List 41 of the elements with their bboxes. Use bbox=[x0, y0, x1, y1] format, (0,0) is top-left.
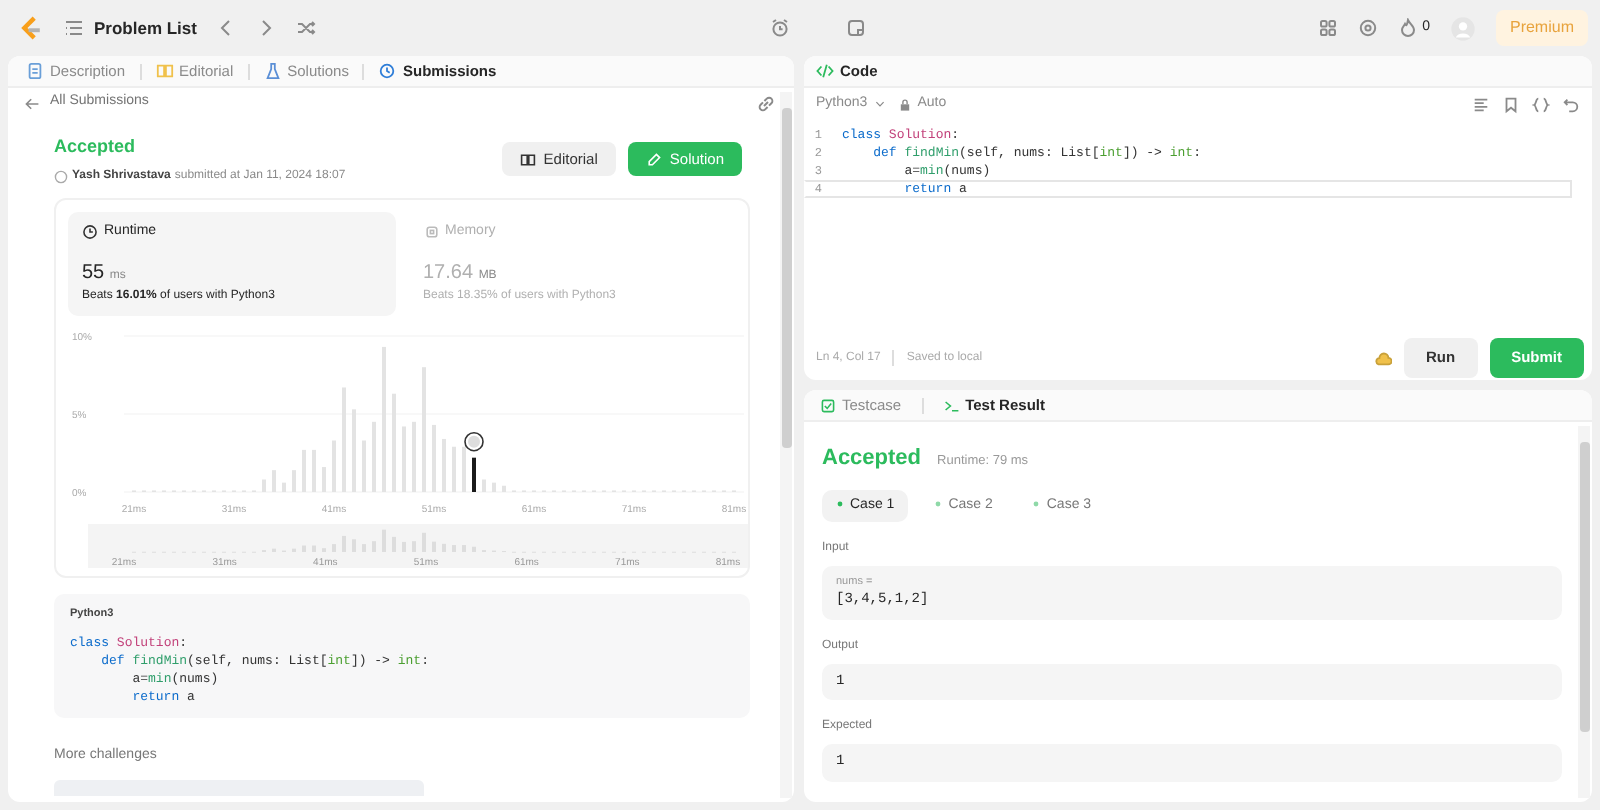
chip-icon bbox=[423, 223, 439, 240]
chevron-down-icon bbox=[873, 98, 886, 110]
history-icon bbox=[378, 62, 397, 80]
stat-value: 17.64 bbox=[423, 262, 474, 284]
terminal-icon bbox=[943, 397, 960, 413]
checkbox-icon bbox=[820, 397, 836, 413]
shuffle-icon[interactable] bbox=[296, 18, 317, 38]
undo-icon[interactable] bbox=[1562, 95, 1580, 113]
book-icon bbox=[519, 151, 536, 168]
book-icon bbox=[155, 62, 174, 80]
dot-icon bbox=[934, 499, 943, 508]
align-lines-icon[interactable] bbox=[1472, 95, 1490, 113]
problem-list-link[interactable]: Problem List bbox=[64, 15, 197, 41]
link-icon[interactable] bbox=[756, 93, 776, 113]
document-icon bbox=[26, 62, 44, 80]
arrow-left-icon bbox=[24, 95, 40, 111]
dot-icon bbox=[1032, 499, 1041, 508]
code-icon bbox=[816, 62, 834, 80]
avatar-icon bbox=[54, 169, 68, 183]
chevron-right-icon[interactable] bbox=[256, 18, 277, 38]
stat-value: 55 bbox=[82, 262, 105, 284]
clock-icon bbox=[82, 223, 98, 240]
status-text: Accepted bbox=[54, 134, 138, 160]
alarm-clock-icon[interactable] bbox=[769, 18, 790, 38]
status-text: Accepted bbox=[822, 444, 922, 474]
note-icon[interactable] bbox=[845, 18, 866, 38]
dot-icon bbox=[836, 499, 844, 508]
scrollbar[interactable] bbox=[1578, 426, 1590, 798]
bookmark-icon[interactable] bbox=[1502, 95, 1520, 113]
logo-icon[interactable] bbox=[16, 14, 44, 42]
cloud-icon[interactable] bbox=[1373, 349, 1392, 367]
scrollbar[interactable] bbox=[780, 92, 792, 798]
flask-icon bbox=[263, 62, 282, 80]
flame-icon[interactable] bbox=[1398, 18, 1419, 38]
lock-icon bbox=[897, 97, 912, 111]
list-icon bbox=[64, 18, 84, 38]
grid-icon[interactable] bbox=[1318, 18, 1339, 38]
avatar-marker bbox=[464, 431, 484, 452]
edit-icon bbox=[645, 151, 662, 168]
braces-icon[interactable] bbox=[1532, 95, 1550, 113]
settings-icon[interactable] bbox=[1358, 18, 1379, 38]
